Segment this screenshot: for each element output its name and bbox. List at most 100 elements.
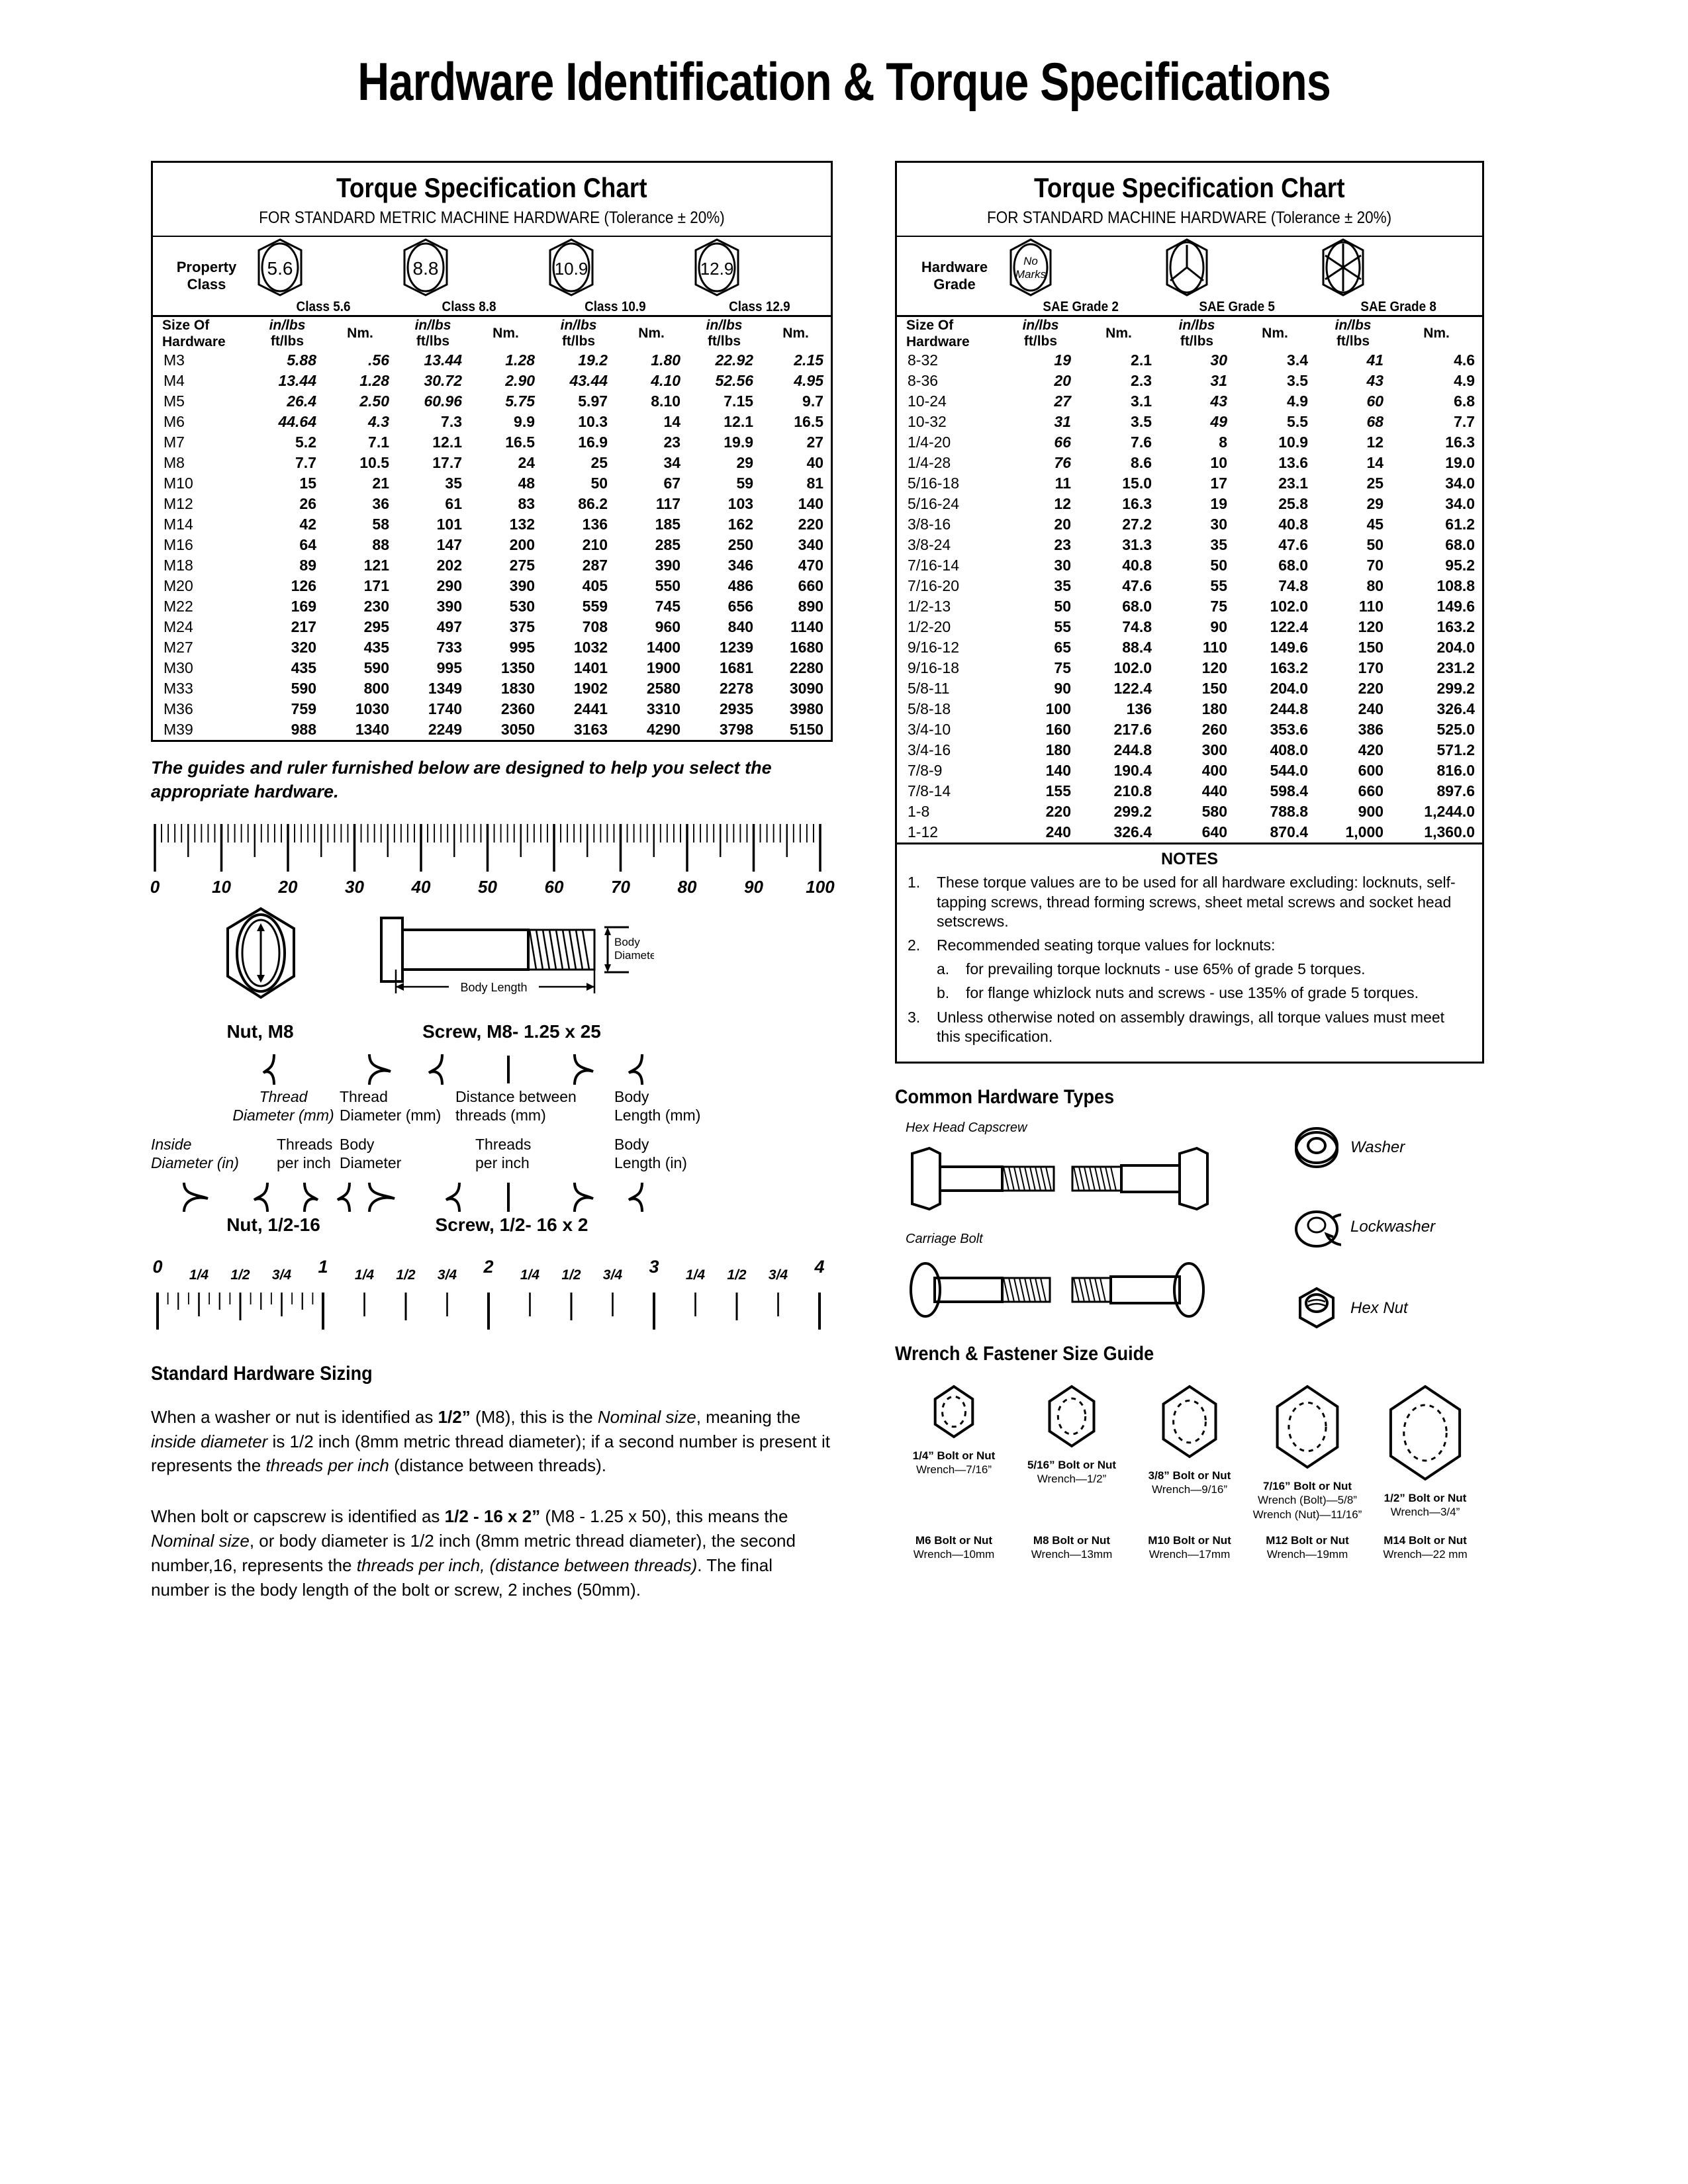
torque-value-nm: 122.4 xyxy=(1113,680,1152,698)
torque-value-nm: 275 xyxy=(509,557,536,574)
torque-value-nm: 210.8 xyxy=(1113,782,1152,800)
torque-value: 90 xyxy=(1210,618,1228,636)
torque-value-nm: 40.8 xyxy=(1278,516,1309,533)
sizing-paragraph-2: When bolt or capscrew is identified as 1… xyxy=(151,1504,833,1602)
hex-fastener-icon xyxy=(933,1385,974,1439)
torque-value-nm: 3.5 xyxy=(1131,413,1152,431)
sae-unit-inlbs-0: in/lbs ft/lbs xyxy=(1022,318,1059,349)
torque-value: 59 xyxy=(736,475,754,492)
inch-ruler: 0 1 2 3 4 1/4 1/2 3/4 1/4 1/2 3/4 1/4 1/2 3/4 1/4 1/2 3/… xyxy=(151,1257,833,1336)
torque-value-nm: 1140 xyxy=(790,618,824,636)
torque-value: 15 xyxy=(299,475,316,492)
torque-value-nm: 1.28 xyxy=(505,351,536,369)
wrench-guide-metric-item: M12 Bolt or Nut Wrench—19mm xyxy=(1248,1533,1366,1562)
brace-icons xyxy=(262,1054,643,1085)
wrench-size-text: Wrench—7/16” xyxy=(915,1463,992,1477)
paragraph-segment: threads per inch, (distance between thre… xyxy=(356,1555,698,1576)
row-size-label: M7 xyxy=(164,433,185,451)
row-size-label: 1-8 xyxy=(908,803,930,821)
table-row: M39 988 1340 2249 3050 3163 4290 3798 5150 xyxy=(153,719,831,740)
row-size-label: 3/4-10 xyxy=(908,721,951,739)
torque-value: 202 xyxy=(436,557,463,574)
inch-ruler-whole-label: 0 xyxy=(152,1256,163,1277)
torque-value: 16.9 xyxy=(578,433,608,451)
table-row: M7 5.2 7.1 12.1 16.5 16.9 23 19.9 27 xyxy=(153,432,831,453)
unit-nm-2: Nm. xyxy=(638,326,665,341)
torque-value: 30 xyxy=(1210,351,1228,369)
torque-value-nm: 5150 xyxy=(789,721,824,739)
torque-value: 240 xyxy=(1045,823,1071,841)
table-row: M36 759 1030 1740 2360 2441 3310 2935 3980 xyxy=(153,699,831,719)
torque-value-nm: 9.7 xyxy=(802,392,824,410)
torque-value: 1239 xyxy=(719,639,754,657)
mm-ruler: 0 10 20 30 40 50 60 70 80 90 100 xyxy=(150,823,835,901)
metric-bolt-size-text: M10 Bolt or Nut xyxy=(1148,1533,1231,1547)
inch-brace-row xyxy=(151,1181,833,1214)
torque-value: 1,000 xyxy=(1345,823,1384,841)
mm-ruler-label: 0 xyxy=(150,876,160,897)
torque-value-nm: 40 xyxy=(806,454,824,472)
nut-half-16-caption: Nut, 1/2-16 xyxy=(226,1214,320,1235)
torque-value-nm: 299.2 xyxy=(1113,803,1152,821)
torque-value-nm: 102.0 xyxy=(1113,659,1152,677)
row-size-label: M24 xyxy=(164,618,193,636)
common-hardware-figures: Hex Head Capscrew Carriage Bolt Washer L… xyxy=(895,1120,1484,1339)
grade-cell-1: 8.8 Class 8.8 xyxy=(397,237,542,316)
torque-value-nm: 47.6 xyxy=(1122,577,1152,595)
torque-value: 25 xyxy=(590,454,608,472)
mm-ruler-label: 70 xyxy=(611,876,630,897)
metric-chart-header: Torque Specification Chart FOR STANDARD … xyxy=(153,163,831,237)
sae-unit-nm-1: Nm. xyxy=(1262,326,1288,341)
torque-value: 733 xyxy=(436,639,463,657)
inch-ruler-fraction-label: 3/4 xyxy=(437,1267,457,1283)
inch-ruler-whole-label: 1 xyxy=(318,1256,328,1277)
torque-value: 559 xyxy=(582,598,608,615)
table-row: 1/4-28 76 8.6 10 13.6 14 19.0 xyxy=(897,453,1482,473)
torque-value-nm: 204.0 xyxy=(1436,639,1476,657)
inch-ruler-whole-label: 3 xyxy=(649,1256,659,1277)
torque-value: 50 xyxy=(590,475,608,492)
torque-value: 147 xyxy=(436,536,463,554)
torque-value: 1681 xyxy=(719,659,754,677)
row-size-label: 1/2-13 xyxy=(908,598,951,615)
hex-bolt-head-icon: 12.9 xyxy=(694,238,739,296)
inch-ruler-fraction-label: 1/2 xyxy=(396,1267,416,1283)
torque-value: 11 xyxy=(1055,475,1071,492)
torque-value-nm: 4.3 xyxy=(368,413,390,431)
table-row: 1/4-20 66 7.6 8 10.9 12 16.3 xyxy=(897,432,1482,453)
lockwasher-label: Lockwasher xyxy=(1350,1218,1436,1236)
torque-value-nm: 61.2 xyxy=(1445,516,1476,533)
torque-value-nm: 68.0 xyxy=(1122,598,1152,615)
torque-value: 162 xyxy=(727,516,754,533)
table-row: 5/8-11 90 122.4 150 204.0 220 299.2 xyxy=(897,678,1482,699)
torque-value: 44.64 xyxy=(278,413,316,431)
svg-text:Body Length: Body Length xyxy=(460,981,527,994)
row-size-label: M30 xyxy=(164,659,193,677)
torque-value: 3163 xyxy=(573,721,608,739)
torque-value-nm: 285 xyxy=(655,536,681,554)
metric-table-body: M3 5.88 .56 13.44 1.28 19.2 1.80 22.92 2.15 M4 13.… xyxy=(153,350,831,740)
paragraph-segment: threads per inch xyxy=(265,1455,389,1476)
inch-ruler-whole-label: 4 xyxy=(814,1256,825,1277)
torque-value: 35 xyxy=(1210,536,1228,554)
page-title: Hardware Identification & Torque Specifi… xyxy=(357,52,1331,112)
paragraph-segment: 1/2 - 16 x 2” xyxy=(444,1506,541,1527)
torque-value-nm: 3.5 xyxy=(1287,372,1309,390)
grade-5-head-icon xyxy=(1166,238,1208,296)
torque-value: 7.15 xyxy=(724,392,754,410)
torque-value: 1401 xyxy=(573,659,608,677)
table-row: M12 26 36 61 83 86.2 117 103 140 xyxy=(153,494,831,514)
torque-value: 140 xyxy=(1045,762,1071,780)
row-size-label: 5/16-24 xyxy=(908,495,960,513)
torque-value: 61 xyxy=(445,495,463,513)
screw-body-length-label: Body Length (mm) xyxy=(614,1087,701,1124)
torque-value-nm: 326.4 xyxy=(1113,823,1152,841)
row-size-label: M14 xyxy=(164,516,193,533)
svg-text:No: No xyxy=(1023,255,1038,267)
torque-value-nm: 390 xyxy=(655,557,681,574)
metric-captions: Nut, M8 Screw, M8- 1.25 x 25 xyxy=(151,1021,833,1052)
metric-brace-row xyxy=(151,1052,833,1087)
torque-value-nm: 353.6 xyxy=(1270,721,1309,739)
row-size-label: 10-32 xyxy=(908,413,947,431)
carriage-bolt-icon xyxy=(910,1262,1205,1318)
